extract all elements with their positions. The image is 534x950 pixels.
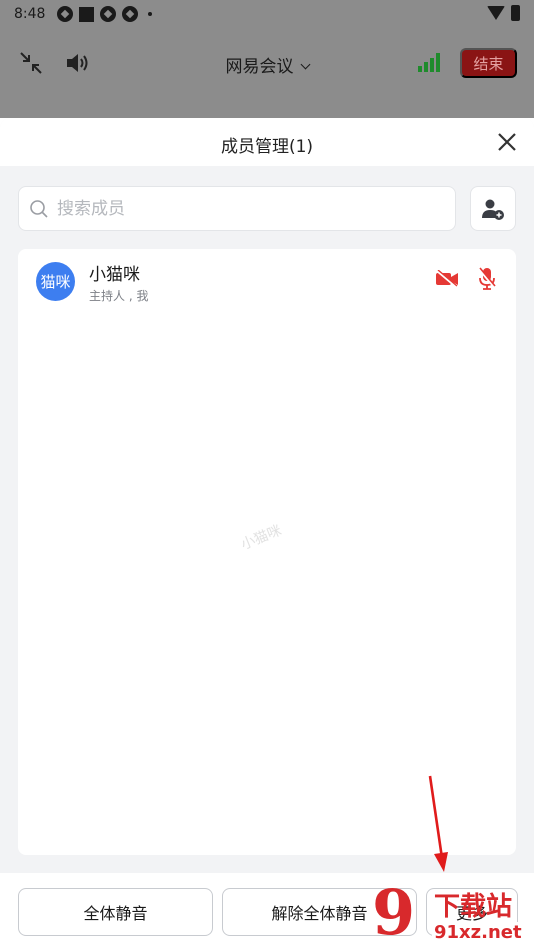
status-time: 8:48 (14, 6, 46, 22)
camera-off-icon[interactable] (435, 270, 459, 288)
signal-icon (418, 52, 440, 72)
search-row (18, 186, 516, 231)
meeting-title[interactable]: 网易会议 (0, 52, 534, 77)
add-member-button[interactable] (470, 186, 516, 231)
search-icon (30, 199, 48, 218)
member-name: 小猫咪 (89, 265, 140, 285)
meeting-title-text: 网易会议 (225, 57, 294, 77)
dot-icon (148, 12, 153, 16)
watermark: 小猫咪 (238, 522, 284, 554)
aperture-icon (57, 6, 74, 22)
member-role: 主持人 , 我 (89, 289, 149, 303)
notification-icons (57, 6, 153, 22)
square-icon (79, 6, 95, 22)
member-row[interactable]: 猫咪 小猫咪 主持人 , 我 (18, 249, 516, 313)
chevron-down-icon (300, 59, 310, 70)
sheet-header: 成员管理(1) (0, 118, 534, 166)
status-bar: 8:48 (0, 0, 534, 28)
system-status (487, 5, 520, 21)
site-logo: 9 下载站 91xz.net (372, 880, 534, 950)
annotation-arrow (428, 775, 448, 872)
logo-glyph: 9 (372, 876, 416, 949)
sheet-title: 成员管理(1) (220, 137, 314, 157)
end-meeting-button[interactable]: 结束 (460, 48, 517, 78)
battery-icon (511, 5, 520, 21)
close-icon[interactable] (496, 131, 518, 153)
add-member-icon (482, 199, 504, 220)
aperture-icon (100, 6, 117, 22)
search-box[interactable] (18, 186, 456, 231)
mute-all-button[interactable]: 全体静音 (18, 888, 213, 936)
meeting-toolbar: 网易会议 结束 (0, 40, 534, 84)
member-list: 猫咪 小猫咪 主持人 , 我 小猫咪 (18, 249, 516, 855)
mic-off-icon[interactable] (478, 267, 496, 291)
aperture-icon (122, 6, 139, 22)
avatar: 猫咪 (36, 262, 75, 301)
site-logo-url: 91xz.net (432, 922, 524, 943)
search-input[interactable] (57, 198, 437, 219)
wifi-icon (487, 6, 505, 20)
site-logo-name: 下载站 (434, 892, 513, 922)
